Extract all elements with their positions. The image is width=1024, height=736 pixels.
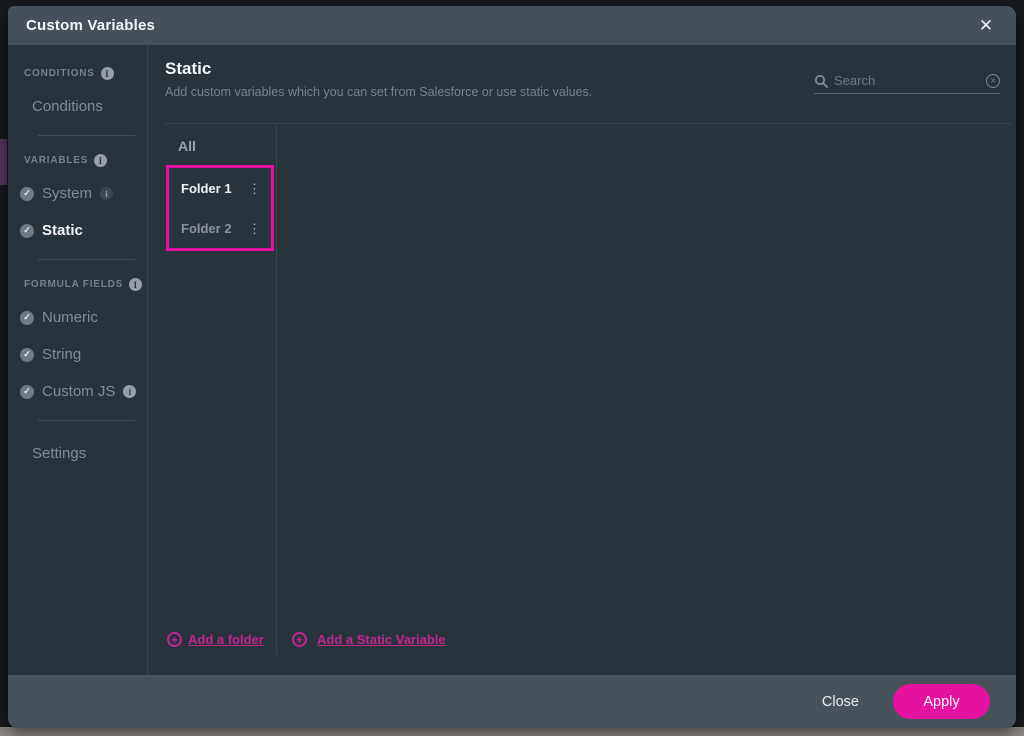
info-icon[interactable]: i	[94, 154, 107, 167]
modal-footer: Close Apply	[8, 675, 1016, 728]
info-icon[interactable]: i	[101, 67, 114, 80]
folder-row[interactable]: Folder 1 ⋮	[169, 168, 271, 208]
modal-header: Custom Variables ✕	[8, 6, 1016, 45]
search-icon	[814, 74, 828, 88]
folder-selection-highlight: Folder 1 ⋮ Folder 2 ⋮	[166, 165, 274, 251]
sidebar-item-static[interactable]: ✓ Static	[8, 222, 147, 239]
add-static-variable-button[interactable]: + Add a Static Variable	[292, 632, 446, 647]
sidebar-divider	[38, 135, 135, 136]
check-icon: ✓	[20, 311, 34, 325]
folder-name: Folder 1	[181, 181, 232, 196]
sidebar: CONDITIONS i Conditions VARIABLES i ✓ Sy…	[8, 45, 148, 675]
content-header: Static Add custom variables which you ca…	[148, 45, 1016, 123]
group-label-text: CONDITIONS	[24, 68, 95, 79]
sidebar-item-label: Settings	[32, 445, 86, 462]
folder-row[interactable]: Folder 2 ⋮	[169, 208, 271, 248]
check-icon: ✓	[20, 224, 34, 238]
search-input[interactable]	[834, 73, 980, 88]
close-button[interactable]: Close	[822, 694, 859, 710]
sidebar-item-label: Conditions	[32, 98, 103, 115]
clear-search-icon[interactable]: ✕	[986, 74, 1000, 88]
add-static-variable-label: Add a Static Variable	[317, 632, 446, 647]
variables-panel: + Add a Static Variable	[277, 124, 1016, 654]
background-page-strip	[0, 727, 1024, 736]
sidebar-item-custom-js[interactable]: ✓ Custom JS i	[8, 383, 147, 400]
sidebar-item-settings[interactable]: Settings	[8, 445, 147, 462]
add-folder-label: Add a folder	[188, 632, 264, 647]
background-app-edge	[0, 139, 7, 185]
folder-filter-all[interactable]: All	[165, 124, 276, 154]
sidebar-item-label: Static	[42, 222, 83, 239]
sidebar-item-label: System	[42, 185, 92, 202]
sidebar-item-label: String	[42, 346, 81, 363]
content-main: All Folder 1 ⋮ Folder 2 ⋮ +	[148, 124, 1016, 675]
sidebar-item-label: Numeric	[42, 309, 98, 326]
sidebar-group-conditions: CONDITIONS i	[8, 67, 147, 80]
info-icon[interactable]: i	[123, 385, 136, 398]
modal-title: Custom Variables	[26, 17, 155, 34]
modal-body: CONDITIONS i Conditions VARIABLES i ✓ Sy…	[8, 45, 1016, 675]
kebab-menu-icon[interactable]: ⋮	[244, 220, 265, 237]
sidebar-group-formula-fields: FORMULA FIELDS i	[8, 278, 147, 291]
search-box: ✕	[814, 73, 1000, 94]
folder-name: Folder 2	[181, 221, 232, 236]
content-area: Static Add custom variables which you ca…	[148, 45, 1016, 675]
plus-circle-icon: +	[292, 632, 307, 647]
close-icon[interactable]: ✕	[974, 14, 998, 38]
check-icon: ✓	[20, 348, 34, 362]
group-label-text: VARIABLES	[24, 155, 88, 166]
sidebar-divider	[38, 259, 135, 260]
info-icon[interactable]: i	[129, 278, 142, 291]
apply-button[interactable]: Apply	[893, 684, 990, 719]
custom-variables-modal: Custom Variables ✕ CONDITIONS i Conditio…	[8, 6, 1016, 728]
kebab-menu-icon[interactable]: ⋮	[244, 180, 265, 197]
sidebar-divider	[38, 420, 135, 421]
add-folder-button[interactable]: + Add a folder	[167, 632, 276, 647]
sidebar-item-string[interactable]: ✓ String	[8, 346, 147, 363]
group-label-text: FORMULA FIELDS	[24, 279, 123, 290]
sidebar-item-conditions[interactable]: Conditions	[8, 98, 147, 115]
sidebar-item-system[interactable]: ✓ System i	[8, 185, 147, 202]
check-icon: ✓	[20, 187, 34, 201]
plus-circle-icon: +	[167, 632, 182, 647]
folder-column: All Folder 1 ⋮ Folder 2 ⋮ +	[165, 124, 277, 654]
sidebar-item-numeric[interactable]: ✓ Numeric	[8, 309, 147, 326]
sidebar-group-variables: VARIABLES i	[8, 154, 147, 167]
sidebar-item-label: Custom JS	[42, 383, 115, 400]
info-icon[interactable]: i	[100, 187, 113, 200]
check-icon: ✓	[20, 385, 34, 399]
